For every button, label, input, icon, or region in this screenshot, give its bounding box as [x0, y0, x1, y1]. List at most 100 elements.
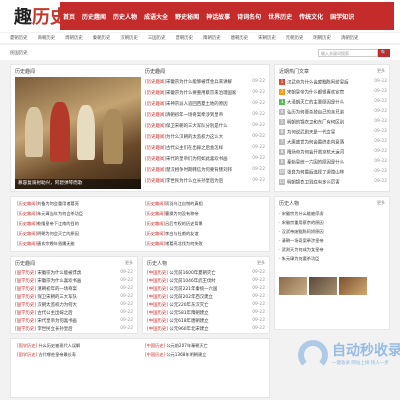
- hist-list: [中国历史] 公元前1600年夏朝灭亡 09-22 [中国历史] 公元前1046年…: [147, 270, 265, 332]
- subnav-item[interactable]: 商朝历史: [38, 35, 56, 41]
- panel-title: 近期热门文章: [279, 69, 310, 75]
- thumbnail-image[interactable]: [339, 277, 367, 295]
- subnav-item[interactable]: 晋朝历史: [175, 35, 193, 41]
- watermark-logo-icon: [298, 340, 328, 370]
- more-link[interactable]: 更多: [125, 260, 133, 266]
- subnav-item[interactable]: 周朝历史: [65, 35, 83, 41]
- hist-panel: 历史人物 更多 [中国历史] 公元前1600年夏朝灭亡 09-22 [中国历史] …: [142, 256, 270, 334]
- thumbnail-image[interactable]: [279, 277, 307, 295]
- bottom-left-list: [国学历史] 什么历史被现代人误解 [国学历史] 古代哪些皇帝最长寿: [17, 343, 137, 383]
- list-item[interactable]: · 汉武帝废黜陈阿娇原因: [279, 229, 324, 237]
- list-item[interactable]: 7 大唐盛世为何会最终走向衰落 09-22: [279, 139, 387, 148]
- pref-panel: 历史趣闻 更多 [国学历史] 宋徽宗为什么能被俘虏 09-22 [国学历史] 宋徽…: [10, 256, 138, 334]
- list-item[interactable]: 2 宋朝皇帝为什么都很喜欢宦官 09-22: [279, 89, 387, 98]
- subnav-item[interactable]: 宋朝历史: [258, 35, 276, 41]
- subnav-item[interactable]: 民国历史: [10, 50, 28, 56]
- nav-item[interactable]: 国学知识: [330, 12, 354, 21]
- bottom-panel: [国学历史] 什么历史被现代人误解 [国学历史] 古代哪些皇帝最长寿 [中国历史…: [10, 338, 270, 398]
- side-panel: 历史人物 更多 · 宋徽宗为什么能被俘虏 · 宋徽宗重用蔡京的原因 · 汉武帝废…: [274, 196, 390, 330]
- list-item[interactable]: [中国历史] 公元960年北宋建立 09-22: [147, 326, 265, 335]
- list-item[interactable]: 4 弘历为何要杀掉自己的亲兄弟 09-22: [279, 109, 387, 118]
- search-input[interactable]: 输入关键词搜索: [318, 49, 378, 57]
- subnav-item[interactable]: 明朝历史: [313, 35, 331, 41]
- list-item[interactable]: · 宋徽宗重用蔡京的原因: [279, 220, 324, 228]
- list-item[interactable]: [历史趣闻]唐玄宗晚年昏庸无能: [17, 241, 75, 249]
- list-item[interactable]: 10 张良为何最后选择了退隐山林 09-22: [279, 169, 387, 178]
- list-item[interactable]: [国学历史] 什么历史被现代人误解: [17, 343, 80, 351]
- list-item[interactable]: 6 为何说武则天是一代女皇 09-22: [279, 129, 387, 138]
- subnav-item[interactable]: 汉朝历史: [120, 35, 138, 41]
- featured-image[interactable]: 慕容复骑射助兴，阿碧弹琴而歌: [15, 77, 141, 189]
- panel-title: 历史人物: [147, 261, 168, 267]
- image-caption: 慕容复骑射助兴，阿碧弹琴而歌: [15, 179, 141, 189]
- list-item[interactable]: 8 隋炀帝为何会开凿京杭大运河 09-22: [279, 149, 387, 158]
- featured-panel: 历史趣闻 慕容复骑射助兴，阿碧弹琴而歌 历史趣闻 [历史趣闻]宋徽宗为什么能够被…: [10, 64, 270, 192]
- list-item[interactable]: [历史趣闻]宋代的皇帝们为何如此喜欢书画 09-22: [145, 156, 265, 165]
- nav-item[interactable]: 历史趣闻: [82, 12, 106, 21]
- list-item[interactable]: · 宋徽宗为什么能被俘虏: [279, 211, 324, 219]
- list-item[interactable]: [历史趣闻]清朝初年一场奇案牵涉到皇帝 09-22: [145, 112, 265, 121]
- nav-item[interactable]: 成语大全: [144, 12, 168, 21]
- nav-item[interactable]: 传统文化: [299, 12, 323, 21]
- main-nav: 首页 历史趣闻 历史人物 成语大全 野史秘闻 神话故事 诗词名句 世界历史 传统…: [60, 2, 394, 30]
- list-item[interactable]: 5 明朝的锦衣卫和东厂有何区别 09-22: [279, 119, 387, 128]
- top-header: 趣历史 首页 历史趣闻 历史人物 成语大全 野史秘闻 神话故事 诗词名句 世界历…: [0, 0, 400, 32]
- list-item[interactable]: [历史趣闻]古代公主们在出嫁之后会怎样 09-22: [145, 145, 265, 154]
- list-item[interactable]: [历史趣闻]诸葛亮北伐为何失败: [145, 241, 203, 249]
- subnav-item[interactable]: 清朝历史: [341, 35, 359, 41]
- list-item[interactable]: [历史趣闻]宋神宗派人追回西夏土地的原因 09-22: [145, 101, 265, 110]
- hot-list: 1 汉武帝为什么会废黜陈阿娇皇后 09-22 2 宋朝皇帝为什么都很喜欢宦官 09-22…: [279, 79, 387, 191]
- panel-title: 历史趣闻: [145, 69, 166, 75]
- list-item[interactable]: [历史趣闻]吕后专权的历史背景: [145, 221, 203, 229]
- list-item[interactable]: [历史趣闻]乾隆皇帝下江南的目的: [17, 221, 79, 229]
- watermark-title: 自动秒收录: [332, 343, 400, 359]
- list-item[interactable]: · 清朝一场奇案牵涉皇帝: [279, 238, 324, 246]
- nav-item[interactable]: 历史人物: [113, 12, 137, 21]
- list-item[interactable]: [历史趣闻]刘备为何会重用诸葛亮: [17, 201, 79, 209]
- subnav-item[interactable]: 隋朝历史: [203, 35, 221, 41]
- nav-item[interactable]: 首页: [63, 12, 75, 21]
- subnav-item[interactable]: 夏朝历史: [10, 35, 28, 41]
- more-link[interactable]: 更多: [377, 68, 385, 74]
- panel-title: 历史趣闻: [15, 69, 36, 75]
- more-link[interactable]: 更多: [377, 200, 385, 206]
- list-item[interactable]: [历史趣闻]曹操为何没有称帝: [145, 211, 199, 219]
- list-item[interactable]: [历史趣闻]李白与杜甫的友谊: [145, 231, 199, 239]
- more-link[interactable]: 更多: [257, 260, 265, 266]
- list-item[interactable]: 11 明朝锦衣卫到底有多么厉害 09-22: [279, 179, 387, 188]
- list-item[interactable]: 1 汉武帝为什么会废黜陈阿娇皇后 09-22: [279, 79, 387, 88]
- list-item[interactable]: · 朱元璋为何要杀功臣: [279, 256, 319, 264]
- list-item[interactable]: [历史趣闻]李世民为什么立长孙皇后为后 09-22: [145, 178, 265, 187]
- list-item[interactable]: [中国历史] 公元前207年秦朝灭亡: [145, 343, 208, 351]
- list-item[interactable]: [历史趣闻]宋徽宗为什么能够被俘金兵来讲解 09-22: [145, 79, 265, 88]
- search-button[interactable]: 🔍: [378, 49, 390, 57]
- nav-item[interactable]: 世界历史: [268, 12, 292, 21]
- subnav-item[interactable]: 三国历史: [148, 35, 166, 41]
- nav-item[interactable]: 野史秘闻: [175, 12, 199, 21]
- list-item[interactable]: [历史趣闻]项羽乌江自刎的真相: [145, 201, 203, 209]
- list-item[interactable]: 9 秦始皇统一六国的原因是什么 09-22: [279, 159, 387, 168]
- nav-item[interactable]: 诗词名句: [237, 12, 261, 21]
- nav-item[interactable]: 神话故事: [206, 12, 230, 21]
- hot-panel: 近期热门文章 更多 1 汉武帝为什么会废黜陈阿娇皇后 09-22 2 宋朝皇帝为什么都…: [274, 64, 390, 192]
- list-item[interactable]: [国学历史] 古代哪些皇帝最长寿: [17, 352, 76, 360]
- subnav-item[interactable]: 秦朝历史: [93, 35, 111, 41]
- sub-nav: 夏朝历史 商朝历史 周朝历史 秦朝历史 汉朝历史 三国历史 晋朝历史 隋朝历史 …: [0, 33, 400, 43]
- list-item[interactable]: [国学历史] 李世民立长孙皇后 09-22: [15, 326, 133, 335]
- list-item[interactable]: [历史趣闻]宋徽宗为什么要重用蔡京来治理国家 09-22: [145, 90, 265, 99]
- watermark-subtitle: 一键收录·网站上榜·快人一步: [332, 361, 389, 366]
- list-item[interactable]: 3 大清朝灭亡的主要原因是什么 09-22: [279, 99, 387, 108]
- bottom-right-list: [中国历史] 公元前207年秦朝灭亡 [中国历史] 公元1368年明朝建立: [145, 343, 265, 383]
- list-item[interactable]: · 武则天为何成为女皇帝: [279, 247, 324, 255]
- panel-title: 历史人物: [279, 201, 300, 207]
- list-item[interactable]: [历史趣闻]楚汉相争时期韩信为何要背叛刘邦 09-22: [145, 167, 265, 176]
- middle-right-list: [历史趣闻]项羽乌江自刎的真相 [历史趣闻]曹操为何没有称帝 [历史趣闻]吕后专…: [145, 201, 265, 251]
- list-item[interactable]: [历史趣闻]明朝为何会灭亡的原因: [17, 231, 79, 239]
- thumbnail-image[interactable]: [309, 277, 337, 295]
- list-item[interactable]: [中国历史] 公元1368年明朝建立: [145, 352, 206, 360]
- list-item[interactable]: [历史趣闻]为什么汉朝的太监权力这么大 09-22: [145, 134, 265, 143]
- list-item[interactable]: [历史趣闻]保卫宋朝的三大军队分别是什么 09-22: [145, 123, 265, 132]
- subnav-item[interactable]: 元朝历史: [286, 35, 304, 41]
- list-item[interactable]: [历史趣闻]朱元璋当年为何会杀功臣: [17, 211, 83, 219]
- subnav-item[interactable]: 唐朝历史: [231, 35, 249, 41]
